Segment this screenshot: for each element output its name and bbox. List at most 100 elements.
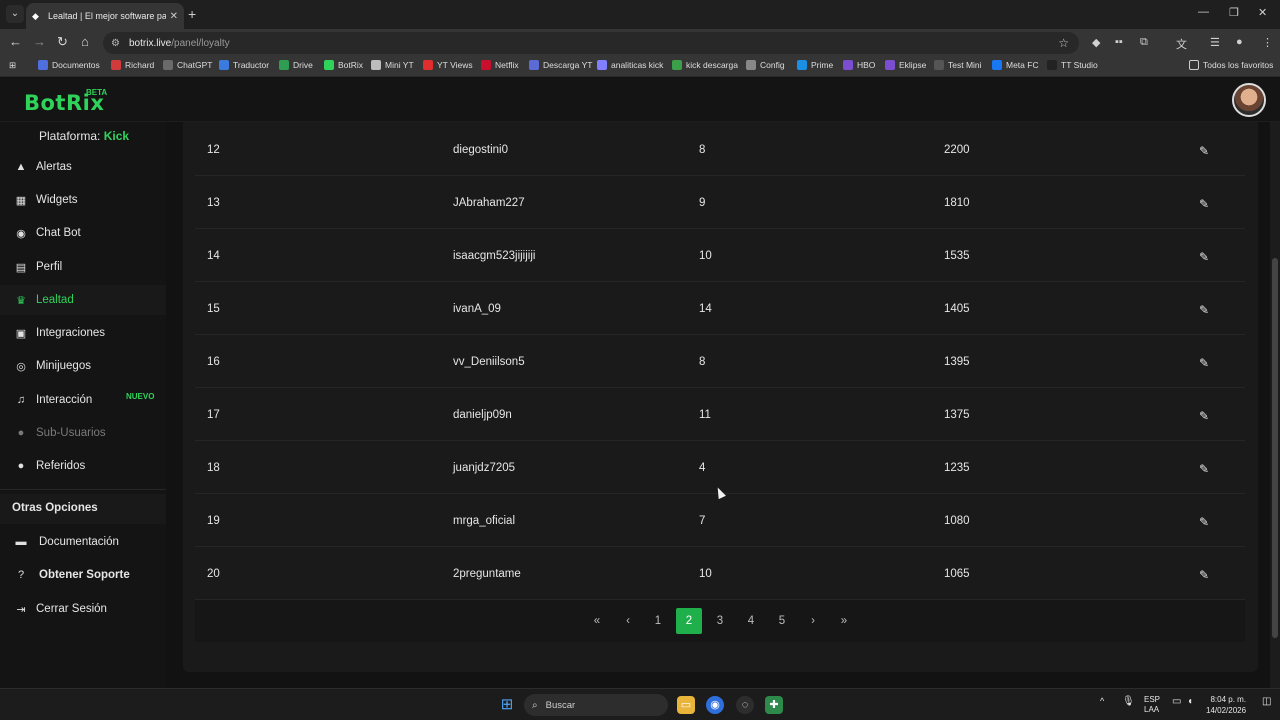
bookmark-item[interactable]: Config — [746, 60, 785, 70]
bookmark-item[interactable]: Meta FC — [992, 60, 1039, 70]
bookmark-item[interactable]: Drive — [279, 60, 313, 70]
taskbar-search[interactable]: ⌕ Buscar — [524, 694, 668, 716]
bookmark-item[interactable]: Traductor — [219, 60, 269, 70]
chrome-icon[interactable]: ◉ — [706, 696, 724, 714]
edit-pencil-icon[interactable]: ✎ — [1199, 144, 1209, 158]
sidebar-item-perfil[interactable]: ▤ Perfil — [0, 252, 166, 282]
id-card-icon: ▤ — [15, 261, 27, 274]
url-path: /panel/loyalty — [171, 37, 230, 49]
file-explorer-icon[interactable]: ▭ — [677, 696, 695, 714]
sidebar-item-integraciones[interactable]: ▣ Integraciones — [0, 318, 166, 348]
last-page-icon[interactable]: » — [831, 608, 857, 634]
profile-icon[interactable]: ● — [1236, 36, 1243, 48]
edit-pencil-icon[interactable]: ✎ — [1199, 356, 1209, 370]
platform-label: Plataforma: — [39, 129, 101, 143]
bookmark-item[interactable]: Documentos — [38, 60, 100, 70]
windows-taskbar: ⊞ ⌕ Buscar ▭ ◉ ◌ ✚ ^ 🎙 ESP LAA ▭ ◖ 8:04 … — [0, 688, 1280, 720]
sidebar-item-minijuegos[interactable]: ◎ Minijuegos — [0, 351, 166, 381]
bookmark-item[interactable]: BotRix — [324, 60, 363, 70]
app-circle-icon[interactable]: ◌ — [736, 696, 754, 714]
edit-pencil-icon[interactable]: ✎ — [1199, 197, 1209, 211]
bookmark-item[interactable]: Prime — [797, 60, 833, 70]
edit-pencil-icon[interactable]: ✎ — [1199, 303, 1209, 317]
bookmark-item[interactable]: Test Mini — [934, 60, 982, 70]
app-green-icon[interactable]: ✚ — [765, 696, 783, 714]
edit-pencil-icon[interactable]: ✎ — [1199, 462, 1209, 476]
browser-tab-active[interactable]: ◆ Lealtad | El mejor software para ✕ — [26, 3, 184, 29]
page-3-button[interactable]: 3 — [707, 608, 733, 634]
close-tab-icon[interactable]: ✕ — [170, 11, 178, 22]
extension-block-icon[interactable]: ▪▪ — [1115, 36, 1123, 48]
notifications-icon[interactable]: ◫ — [1262, 696, 1271, 707]
bookmark-favicon-icon — [672, 60, 682, 70]
microphone-icon[interactable]: 🎙 — [1122, 696, 1135, 707]
all-bookmarks-folder[interactable]: Todos los favoritos — [1189, 60, 1273, 70]
new-tab-button[interactable]: + — [188, 6, 196, 22]
minimize-window-button[interactable]: — — [1198, 6, 1209, 18]
next-page-icon[interactable]: › — [800, 608, 826, 634]
edit-pencil-icon[interactable]: ✎ — [1199, 409, 1209, 423]
bookmark-item[interactable]: Mini YT — [371, 60, 414, 70]
windows-start-icon[interactable]: ⊞ — [498, 696, 516, 714]
sidebar-item-cerrar-sesion[interactable]: ⇥ Cerrar Sesión — [0, 594, 166, 624]
page-4-button[interactable]: 4 — [738, 608, 764, 634]
extension-diamond-icon[interactable]: ◆ — [1092, 36, 1100, 49]
sidebar-item-alertas[interactable]: ▲ Alertas — [0, 152, 166, 182]
bookmark-item[interactable]: ChatGPT — [163, 60, 212, 70]
grid-icon: ▦ — [15, 194, 27, 207]
username-cell: danieljp09n — [453, 409, 512, 421]
bookmark-item[interactable]: kick descarga — [672, 60, 738, 70]
bookmark-item[interactable]: analiticas kick — [597, 60, 663, 70]
site-info-icon[interactable]: ⚙ — [111, 38, 123, 49]
points-cell: 1810 — [944, 197, 970, 209]
tab-search-button[interactable]: ⌄ — [6, 5, 24, 23]
platform-indicator: Plataforma: Kick — [39, 129, 129, 143]
sidebar-item-documentacion[interactable]: ▬ Documentación — [0, 527, 166, 557]
volume-icon[interactable]: ◖ — [1187, 696, 1193, 707]
bookmark-item[interactable]: Descarga YT — [529, 60, 592, 70]
sidebar-item-lealtad[interactable]: ♛ Lealtad — [0, 285, 166, 315]
sign-out-icon: ⇥ — [16, 603, 26, 616]
sidebar-item-chat-bot[interactable]: ◉ Chat Bot — [0, 218, 166, 248]
edit-pencil-icon[interactable]: ✎ — [1199, 250, 1209, 264]
reload-icon[interactable]: ↻ — [57, 34, 68, 50]
bookmark-item[interactable]: Eklipse — [885, 60, 926, 70]
maximize-window-button[interactable]: ❐ — [1229, 6, 1239, 19]
system-clock[interactable]: 8:04 p. m. 14/02/2026 — [1206, 694, 1246, 716]
bookmark-item[interactable]: TT Studio — [1047, 60, 1098, 70]
page-2-button[interactable]: 2 — [676, 608, 702, 634]
back-arrow-icon[interactable]: ← — [9, 34, 22, 49]
forward-arrow-icon[interactable]: → — [33, 34, 46, 49]
reading-list-icon[interactable]: ☰ — [1210, 36, 1220, 49]
bookmark-item[interactable]: HBO — [843, 60, 875, 70]
bookmark-item[interactable]: YT Views — [423, 60, 473, 70]
sidebar-item-sub-usuarios[interactable]: ● Sub-Usuarios — [0, 418, 166, 448]
extensions-puzzle-icon[interactable]: ⧉ — [1140, 36, 1148, 49]
first-page-icon[interactable]: « — [584, 608, 610, 634]
translate-icon[interactable]: 文 — [1176, 36, 1187, 52]
edit-pencil-icon[interactable]: ✎ — [1199, 515, 1209, 529]
clock-date: 14/02/2026 — [1206, 706, 1247, 715]
page-1-button[interactable]: 1 — [645, 608, 671, 634]
prev-page-icon[interactable]: ‹ — [615, 608, 641, 634]
page-5-button[interactable]: 5 — [769, 608, 795, 634]
browser-menu-icon[interactable]: ⋮ — [1262, 36, 1273, 49]
sidebar-item-obtener-soporte[interactable]: ? Obtener Soporte — [0, 560, 166, 590]
scrollbar-thumb[interactable] — [1272, 258, 1278, 638]
tray-overflow-icon[interactable]: ^ — [1100, 696, 1104, 706]
bookmark-item[interactable]: Netflix — [481, 60, 519, 70]
bookmark-favicon-icon — [279, 60, 289, 70]
sidebar-item-referidos[interactable]: ● Referidos — [0, 451, 166, 481]
language-indicator[interactable]: ESP LAA — [1144, 695, 1160, 715]
user-avatar[interactable] — [1232, 83, 1266, 117]
edit-pencil-icon[interactable]: ✎ — [1199, 568, 1209, 582]
sidebar-item-label: Widgets — [36, 194, 78, 206]
address-bar[interactable]: ⚙ botrix.live/panel/loyalty ☆ — [103, 32, 1079, 54]
close-window-button[interactable]: ✕ — [1258, 6, 1267, 19]
bookmark-star-icon[interactable]: ☆ — [1058, 36, 1069, 50]
bookmark-item[interactable]: Richard — [111, 60, 154, 70]
apps-grid-icon[interactable]: ⊞ — [9, 60, 16, 71]
home-icon[interactable]: ⌂ — [81, 34, 89, 49]
network-icon[interactable]: ▭ — [1172, 696, 1181, 707]
sidebar-item-widgets[interactable]: ▦ Widgets — [0, 185, 166, 215]
